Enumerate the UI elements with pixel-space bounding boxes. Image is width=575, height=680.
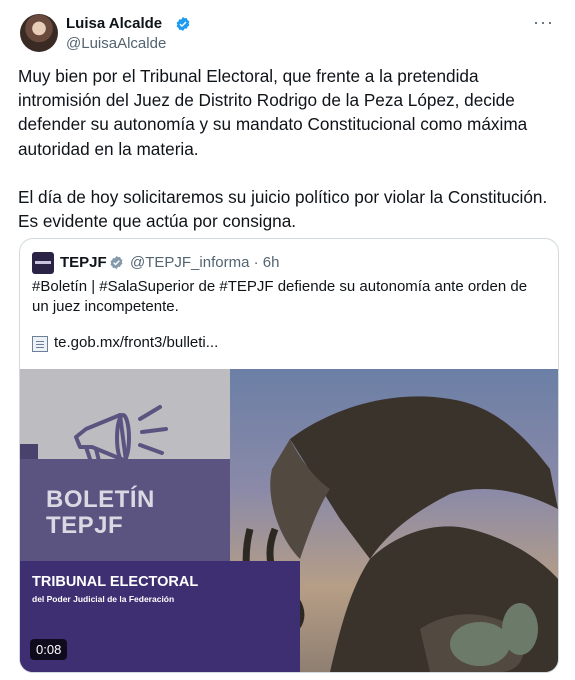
- quoted-avatar[interactable]: [32, 252, 54, 274]
- quoted-tweet-text: #Boletín | #SalaSuperior de #TEPJF defie…: [32, 278, 528, 315]
- megaphone-icon: [74, 405, 168, 467]
- quoted-tweet[interactable]: TEPJF @TEPJF_informa · 6h #Boletín | #Sa…: [19, 238, 559, 673]
- video-duration: 0:08: [30, 639, 68, 660]
- video-player[interactable]: BOLETÍN TEPJF TRIBUNAL ELECTORAL del Pod…: [20, 369, 558, 672]
- verified-badge-icon: [176, 17, 190, 31]
- tweet-header: Luisa Alcalde @LuisaAlcalde ···: [18, 12, 558, 58]
- quoted-author-name[interactable]: TEPJF: [60, 254, 107, 271]
- bulletin-title: BOLETÍN TEPJF: [46, 487, 155, 539]
- tweet-body: Muy bien por el Tribunal Electoral, que …: [18, 64, 558, 257]
- avatar[interactable]: [20, 14, 58, 52]
- author-handle[interactable]: @LuisaAlcalde: [66, 35, 166, 52]
- quoted-link-url[interactable]: te.gob.mx/front3/bulleti...: [54, 334, 218, 351]
- org-subtitle: del Poder Judicial de la Federación: [32, 594, 175, 604]
- newspaper-icon: [32, 336, 48, 352]
- quoted-tweet-header: TEPJF @TEPJF_informa · 6h: [32, 252, 552, 274]
- more-options-icon[interactable]: ···: [533, 12, 554, 33]
- author-name[interactable]: Luisa Alcalde: [66, 15, 162, 32]
- tweet-paragraph: El día de hoy solicitaremos su juicio po…: [18, 186, 548, 232]
- tweet-paragraph: Muy bien por el Tribunal Electoral, que …: [18, 66, 528, 159]
- bulletin-title-line2: TEPJF: [46, 512, 124, 539]
- verified-badge-icon: [110, 255, 123, 270]
- quoted-author-handle[interactable]: @TEPJF_informa · 6h: [130, 254, 279, 271]
- org-name: TRIBUNAL ELECTORAL: [32, 574, 199, 590]
- bulletin-title-line1: BOLETÍN: [46, 486, 155, 513]
